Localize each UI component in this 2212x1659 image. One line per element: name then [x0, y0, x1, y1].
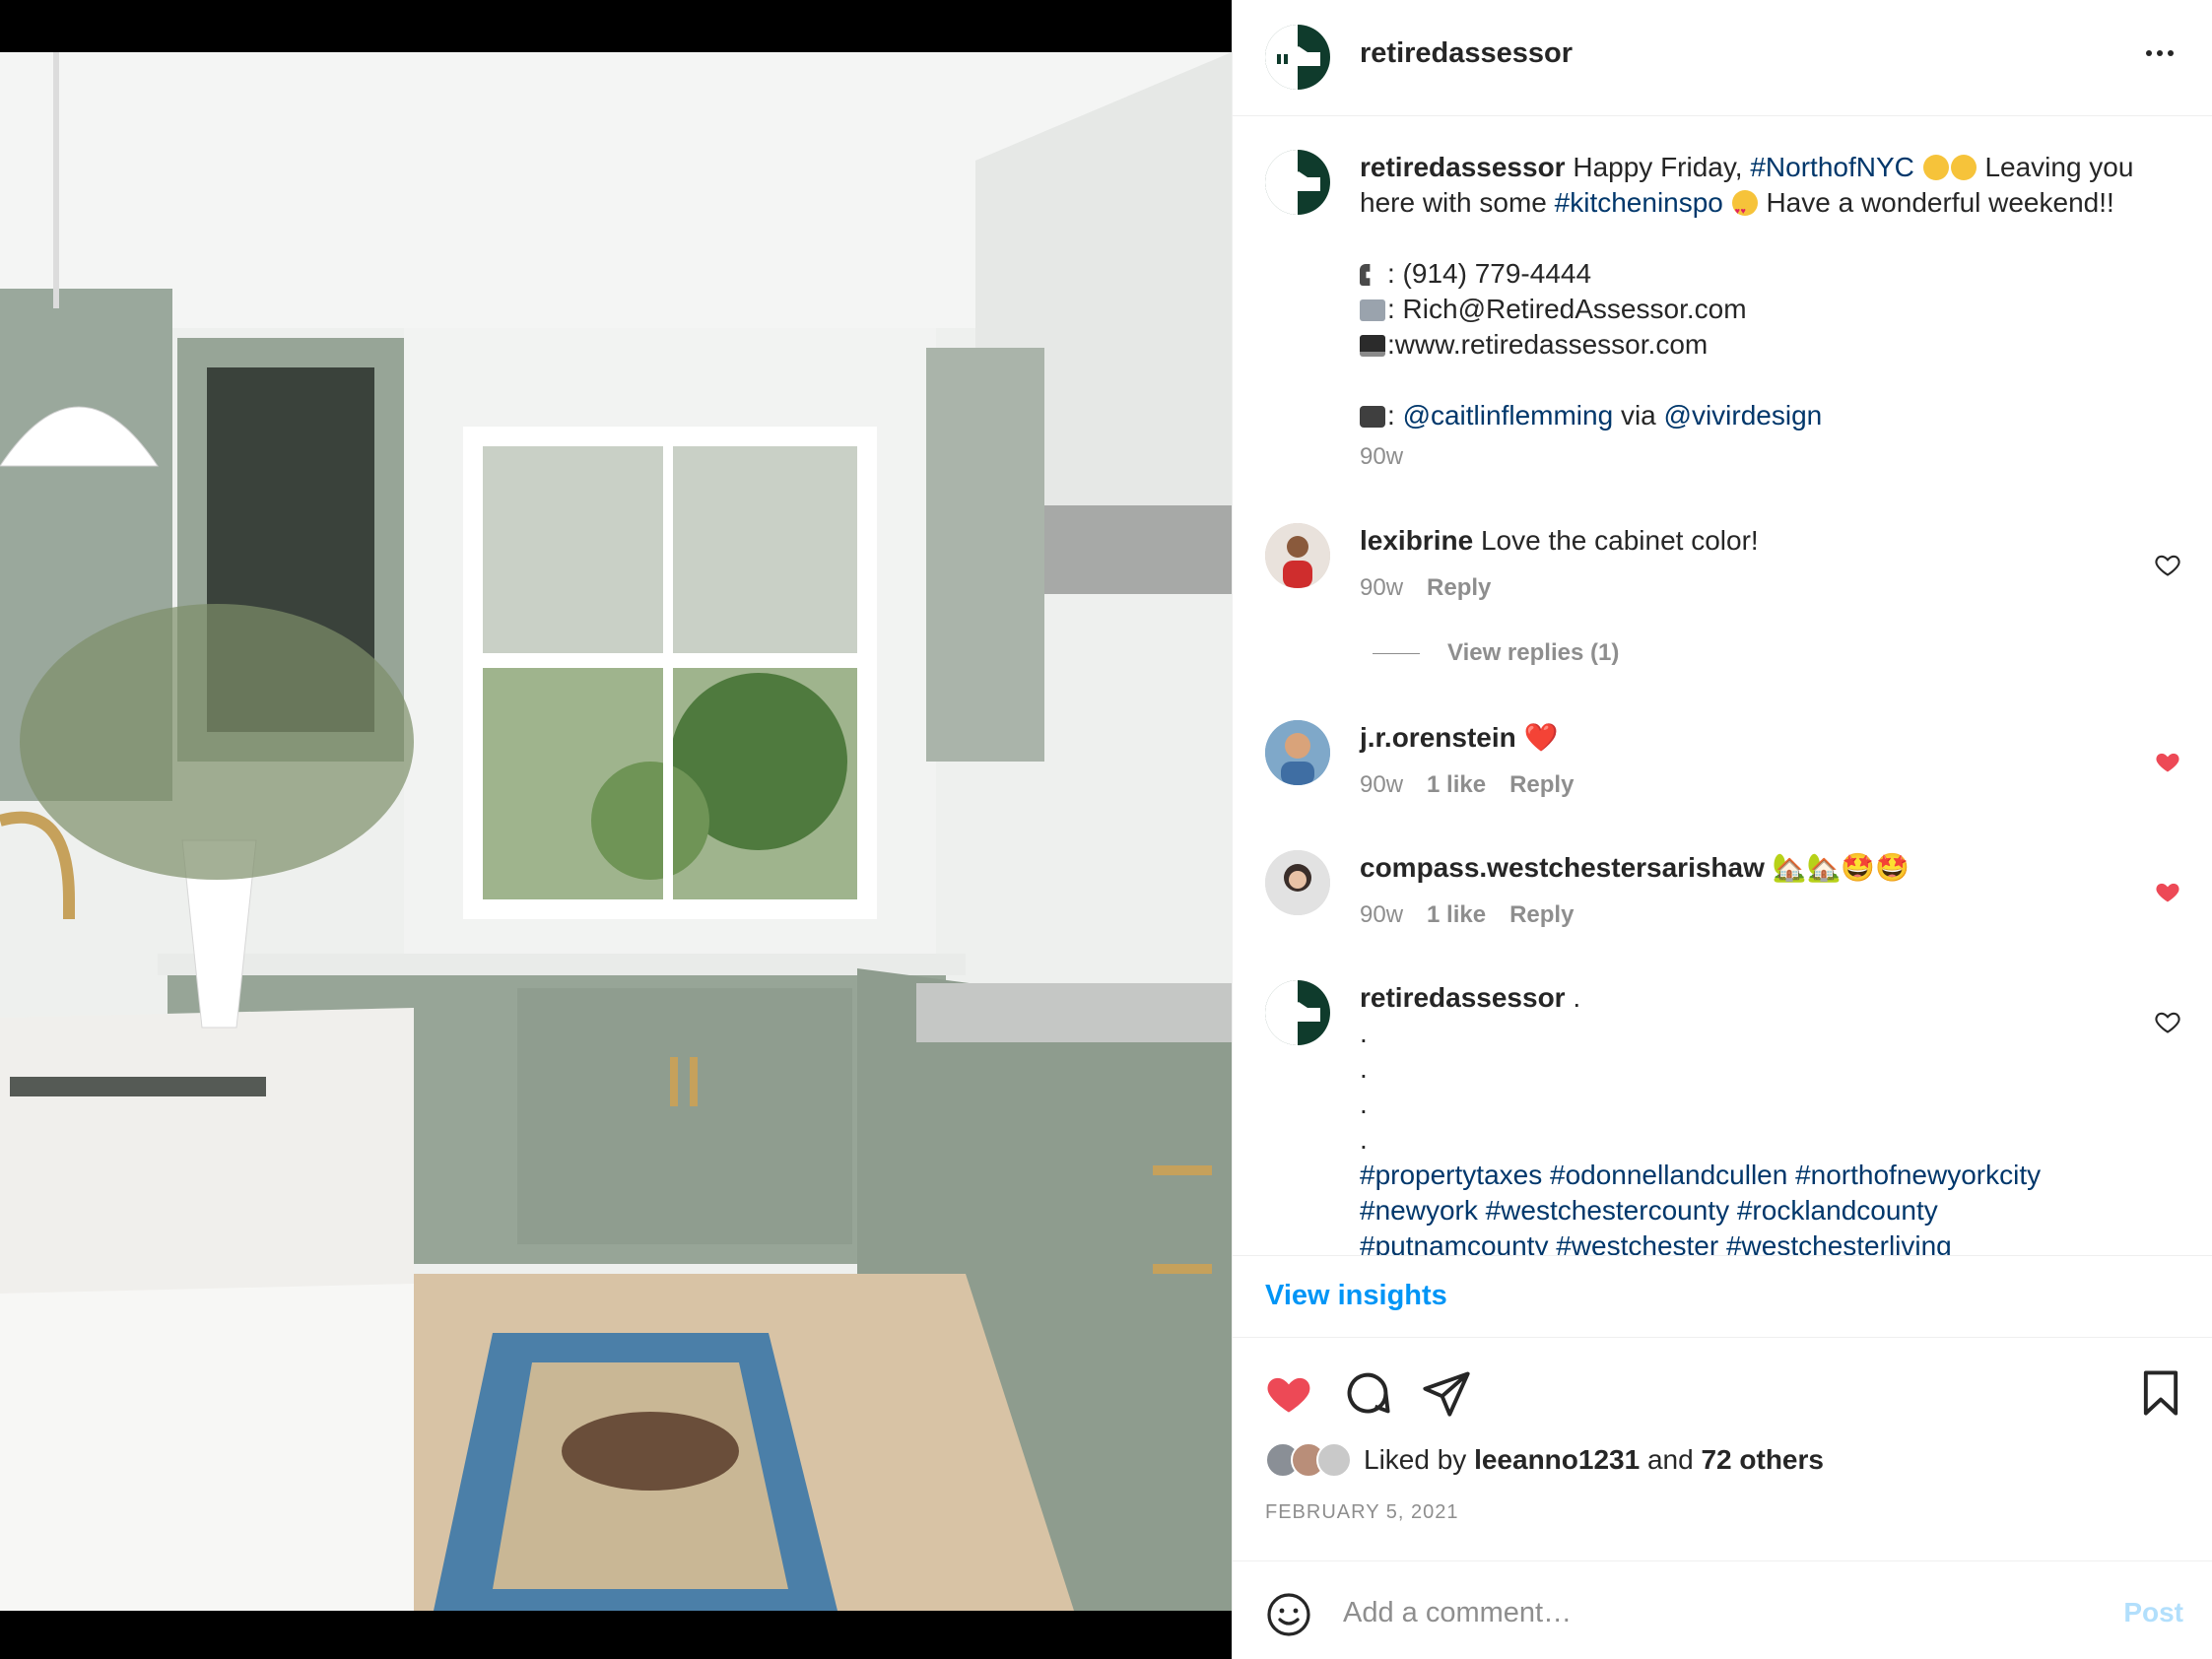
post-comment-button[interactable]: Post: [2123, 1597, 2183, 1628]
action-bar: [1233, 1338, 2212, 1436]
comment-like-count[interactable]: 1 like: [1427, 897, 1486, 933]
hashtag-kitcheninspo[interactable]: #kitcheninspo: [1555, 187, 1723, 218]
heart-outline-icon[interactable]: [2154, 1008, 2181, 1035]
house-logo-icon: [1265, 980, 1320, 1045]
commenter-avatar[interactable]: [1265, 523, 1330, 588]
commenter-username[interactable]: j.r.orenstein: [1360, 722, 1516, 753]
caption-photo-via: via: [1620, 400, 1656, 431]
caption-email: : Rich@RetiredAssessor.com: [1387, 294, 1747, 324]
comment-dot: .: [1360, 1124, 1368, 1155]
author-username[interactable]: retiredassessor: [1360, 37, 1573, 70]
author-avatar[interactable]: [1265, 25, 1330, 90]
post-sidebar: retiredassessor retiredassessor Happy Fr…: [1232, 0, 2212, 1659]
computer-icon: [1360, 335, 1385, 357]
envelope-icon: [1360, 299, 1385, 321]
comment-text: .: [1573, 982, 1581, 1013]
commenter-avatar[interactable]: [1265, 720, 1330, 785]
caption-line1c: Have a wonderful weekend!!: [1766, 187, 2114, 218]
replies-divider: [1373, 652, 1420, 654]
liker-avatar: [1316, 1442, 1352, 1478]
camera-flash-icon: [1360, 406, 1385, 428]
hashtag-line[interactable]: #propertytaxes #odonnellandcullen #north…: [1360, 1158, 2168, 1193]
hashtag-northofnyc[interactable]: #NorthofNYC: [1750, 152, 1914, 182]
comment-dot: .: [1360, 1089, 1368, 1119]
share-send-icon[interactable]: [1421, 1367, 1472, 1419]
caption-line1a: Happy Friday,: [1573, 152, 1743, 182]
user-photo-icon: [1265, 720, 1330, 785]
likes-and: and: [1646, 1444, 1694, 1475]
comment-time[interactable]: 90w: [1360, 570, 1403, 606]
caption-timestamp[interactable]: 90w: [1360, 439, 2178, 475]
phone-icon: [1360, 264, 1371, 286]
view-replies-button[interactable]: View replies (1): [1373, 639, 1619, 667]
comment-text: 🏡🏡🤩🤩: [1772, 852, 1910, 883]
comment-dot: .: [1360, 1018, 1368, 1048]
comment-like-count[interactable]: 1 like: [1427, 767, 1486, 803]
grin-emoji-icon: [1922, 155, 1949, 180]
user-photo-icon: [1265, 523, 1330, 588]
kitchen-photo[interactable]: [0, 52, 1232, 1611]
house-logo-icon: [1265, 25, 1320, 90]
insights-bar: View insights: [1233, 1255, 2212, 1338]
post-media[interactable]: [0, 0, 1232, 1659]
comment-text: Love the cabinet color!: [1480, 525, 1759, 556]
mention-caitlinflemming[interactable]: @caitlinflemming: [1403, 400, 1614, 431]
comment-time[interactable]: 90w: [1360, 897, 1403, 933]
bookmark-icon[interactable]: [2135, 1367, 2186, 1419]
upside-down-emoji-icon: [1950, 155, 1977, 180]
like-heart-icon[interactable]: [1263, 1367, 1314, 1419]
commenter-username[interactable]: lexibrine: [1360, 525, 1473, 556]
likes-user[interactable]: leeanno1231: [1474, 1444, 1640, 1475]
comment-text: ❤️: [1523, 722, 1559, 753]
likes-summary[interactable]: Liked by leeanno1231 and 72 others: [1265, 1442, 1824, 1478]
view-replies-label: View replies (1): [1447, 639, 1620, 666]
post-date[interactable]: FEBRUARY 5, 2021: [1265, 1501, 1458, 1524]
commenter-avatar[interactable]: [1265, 980, 1330, 1045]
caption-avatar[interactable]: [1265, 150, 1330, 215]
caption-username[interactable]: retiredassessor: [1360, 152, 1566, 182]
caption-website: :www.retiredassessor.com: [1387, 329, 1709, 360]
mention-vivirdesign[interactable]: @vivirdesign: [1664, 400, 1823, 431]
commenter-avatar[interactable]: [1265, 850, 1330, 915]
likes-prefix: Liked by: [1364, 1444, 1467, 1475]
comment-dot: .: [1360, 1053, 1368, 1084]
hashtag-line[interactable]: #putnamcounty #westchester #westchesterl…: [1360, 1228, 2168, 1255]
reply-button[interactable]: Reply: [1509, 897, 1574, 933]
caption-text: retiredassessor Happy Friday, #NorthofNY…: [1360, 150, 2178, 475]
reply-button[interactable]: Reply: [1427, 570, 1491, 606]
comment-input[interactable]: [1343, 1583, 2052, 1642]
emoji-smile-icon[interactable]: [1265, 1591, 1312, 1638]
heart-outline-icon[interactable]: [2154, 551, 2181, 578]
heart-filled-icon[interactable]: [2154, 748, 2181, 775]
hashtag-line[interactable]: #newyork #westchestercounty #rocklandcou…: [1360, 1193, 2168, 1228]
comment-bubble-icon[interactable]: [1342, 1367, 1393, 1419]
post-header: retiredassessor: [1233, 0, 2212, 116]
heart-eyes-emoji-icon: [1731, 190, 1758, 229]
user-photo-icon: [1265, 850, 1330, 915]
view-insights-link[interactable]: View insights: [1265, 1280, 1447, 1312]
caption-photo-prefix: :: [1387, 400, 1395, 431]
kitchen-illustration: [0, 52, 1232, 1611]
reply-button[interactable]: Reply: [1509, 767, 1574, 803]
comment-time[interactable]: 90w: [1360, 767, 1403, 803]
caption-phone: : (914) 779-4444: [1387, 258, 1592, 289]
heart-filled-icon[interactable]: [2154, 878, 2181, 905]
comments-area[interactable]: retiredassessor Happy Friday, #NorthofNY…: [1233, 117, 2212, 1255]
likes-others[interactable]: 72 others: [1701, 1444, 1824, 1475]
add-comment-bar: Post: [1233, 1560, 2212, 1659]
commenter-username[interactable]: compass.westchestersarishaw: [1360, 852, 1765, 883]
more-options-icon[interactable]: [2140, 33, 2179, 73]
house-logo-icon: [1265, 150, 1320, 215]
commenter-username[interactable]: retiredassessor: [1360, 982, 1566, 1013]
